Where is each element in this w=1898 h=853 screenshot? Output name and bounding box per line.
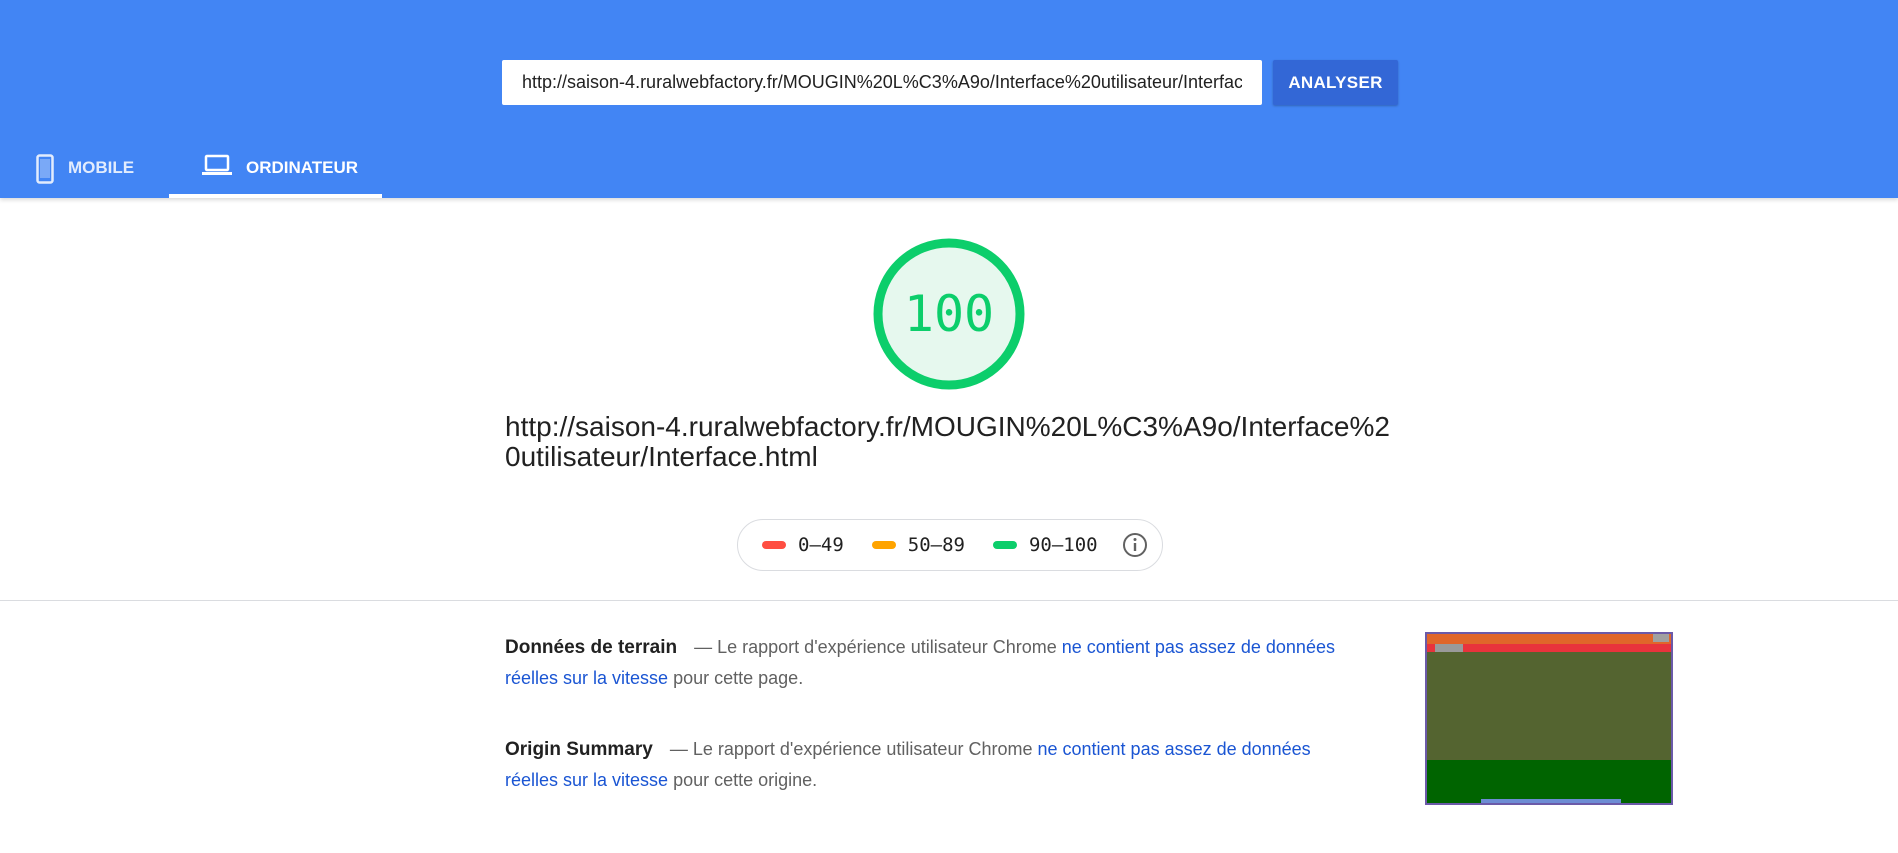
origin-summary-prefix: — Le rapport d'expérience utilisateur Ch… — [669, 739, 1033, 759]
score-legend: 0–49 50–89 90–100 — [737, 519, 1163, 571]
legend-label: 90–100 — [1028, 534, 1098, 556]
tab-desktop[interactable]: ORDINATEUR — [169, 140, 382, 198]
legend-item-average: 50–89 — [871, 534, 965, 556]
legend-item-pass: 90–100 — [992, 534, 1098, 556]
thumbnail-content — [1427, 652, 1671, 760]
thumbnail-top-bar — [1427, 634, 1671, 644]
thumbnail-nav-bar — [1427, 644, 1671, 652]
page-screenshot-thumbnail — [1425, 632, 1673, 805]
origin-summary-section: Origin Summary — Le rapport d'expérience… — [505, 734, 1345, 796]
smartphone-icon — [36, 154, 54, 189]
legend-green-marker — [992, 541, 1017, 549]
origin-summary-title: Origin Summary — [505, 739, 653, 760]
legend-orange-marker — [871, 541, 896, 549]
legend-item-fail: 0–49 — [762, 534, 844, 556]
laptop-icon — [202, 154, 232, 181]
field-data-section: Données de terrain — Le rapport d'expéri… — [505, 632, 1345, 694]
thumbnail-corner — [1653, 634, 1669, 642]
legend-label: 0–49 — [798, 534, 844, 556]
info-icon[interactable] — [1122, 532, 1148, 558]
score-value: 100 — [903, 285, 995, 343]
tab-mobile-label: MOBILE — [68, 158, 135, 177]
section-divider — [0, 600, 1898, 601]
field-data-prefix: — Le rapport d'expérience utilisateur Ch… — [694, 637, 1057, 657]
url-input[interactable] — [502, 60, 1262, 105]
legend-red-marker — [762, 541, 786, 549]
field-data-title: Données de terrain — [505, 637, 678, 658]
tab-mobile[interactable]: MOBILE — [36, 140, 166, 198]
tab-desktop-label: ORDINATEUR — [246, 158, 359, 177]
origin-summary-suffix: pour cette origine. — [673, 770, 818, 790]
tested-url: http://saison-4.ruralwebfactory.fr/MOUGI… — [505, 411, 1390, 472]
analyze-button[interactable]: ANALYSER — [1273, 60, 1398, 105]
thumbnail-strip — [1481, 799, 1621, 803]
thumbnail-logo — [1435, 644, 1463, 652]
header-bar: ANALYSER MOBILE ORDINATEUR — [0, 0, 1898, 198]
legend-label: 50–89 — [907, 534, 965, 556]
tab-selected-indicator — [169, 194, 382, 198]
field-data-suffix: pour cette page. — [673, 668, 804, 688]
